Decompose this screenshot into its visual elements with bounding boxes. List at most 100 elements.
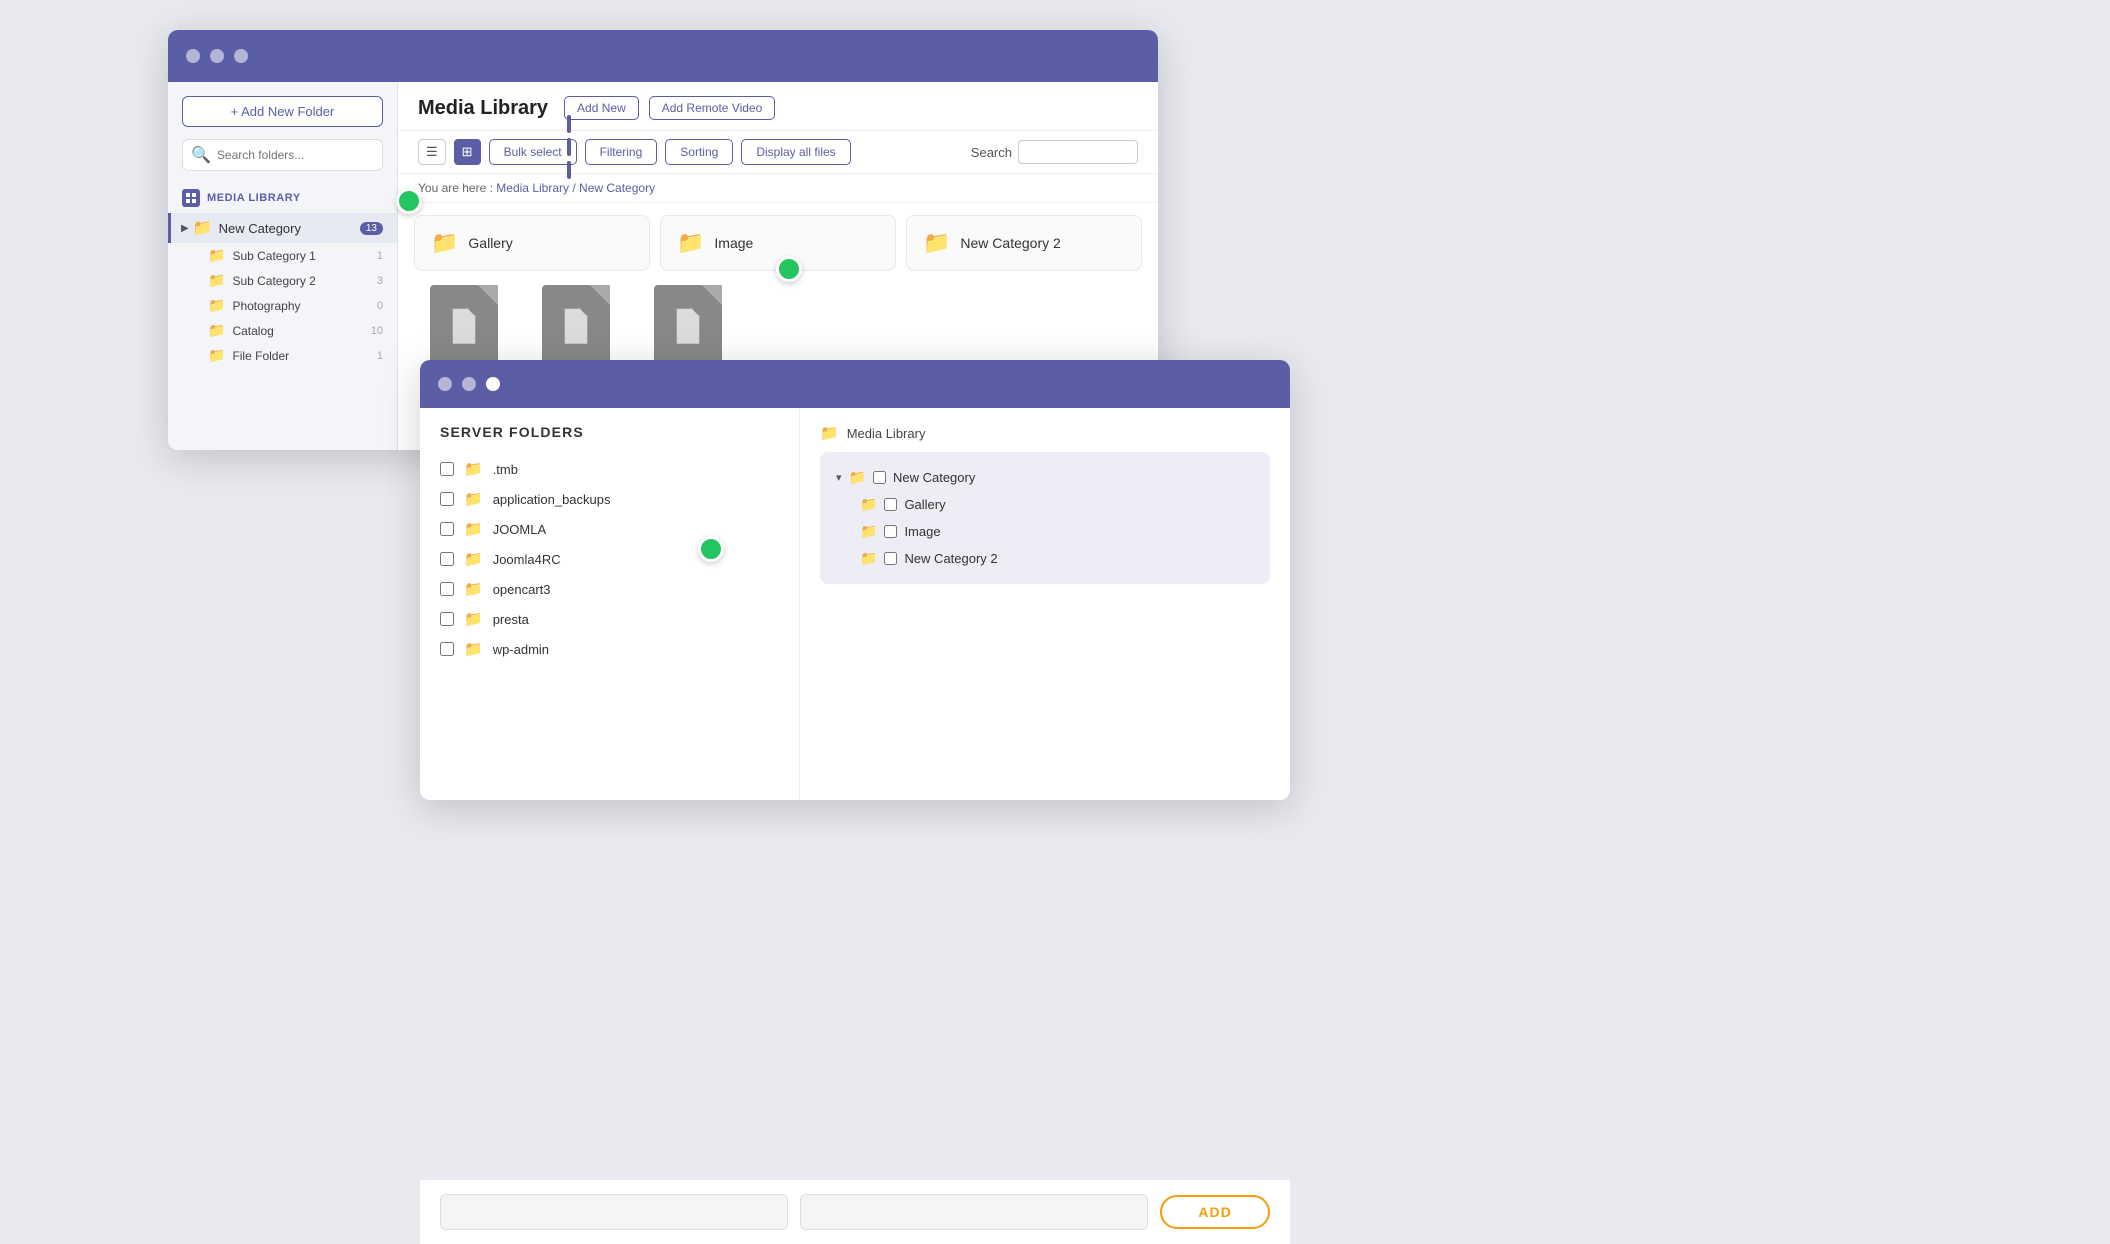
- folder-icon: 📁: [193, 218, 213, 238]
- media-lib-label: Media Library: [847, 426, 926, 441]
- tree-row-new-category-2[interactable]: 📁 New Category 2: [836, 545, 1254, 572]
- server-item-joomla-checkbox[interactable]: [440, 522, 454, 536]
- folder-icon-orange: 📁: [923, 230, 950, 256]
- sub-cat-count-5: 1: [377, 350, 383, 362]
- tree-root-name: New Category: [893, 470, 975, 485]
- add-button[interactable]: ADD: [1160, 1195, 1270, 1229]
- sorting-button[interactable]: Sorting: [665, 139, 733, 165]
- tree-row-root[interactable]: ▾ 📁 New Category: [836, 464, 1254, 491]
- media-library-label: MEDIA LIBRARY: [168, 183, 397, 213]
- sidebar-item-file-folder[interactable]: 📁 File Folder 1: [168, 343, 397, 368]
- toolbar: ☰ ⊞ Bulk select Filtering Sorting Displa…: [398, 131, 1158, 174]
- server-item-presta[interactable]: 📁 presta: [440, 604, 779, 634]
- server-item-tmb-checkbox[interactable]: [440, 462, 454, 476]
- server-item-joomla[interactable]: 📁 JOOMLA: [440, 514, 779, 544]
- filtering-button[interactable]: Filtering: [585, 139, 658, 165]
- titlebar-dot-2: [210, 49, 224, 63]
- grid-view-button[interactable]: ⊞: [454, 139, 481, 165]
- display-all-files-button[interactable]: Display all files: [741, 139, 850, 165]
- server-dot-1: [438, 377, 452, 391]
- server-folders-panel: SERVER FOLDERS 📁 .tmb 📁 application_back…: [420, 408, 800, 800]
- server-item-app-backups[interactable]: 📁 application_backups: [440, 484, 779, 514]
- server-folder-icon-7: 📁: [464, 640, 483, 658]
- server-item-name-opencart3: opencart3: [493, 582, 551, 597]
- sub-cat-count-3: 0: [377, 300, 383, 312]
- tree-image-checkbox[interactable]: [884, 525, 897, 538]
- chevron-right-icon: ▶: [181, 223, 189, 234]
- add-new-button[interactable]: Add New: [564, 96, 639, 120]
- folder-card-gallery[interactable]: 📁 Gallery: [414, 215, 650, 271]
- server-item-tmb[interactable]: 📁 .tmb: [440, 454, 779, 484]
- sidebar-item-sub-category-1[interactable]: 📁 Sub Category 1 1: [168, 243, 397, 268]
- server-item-opencart3[interactable]: 📁 opencart3: [440, 574, 779, 604]
- server-folders-title: SERVER FOLDERS: [440, 424, 779, 440]
- footer-input-right[interactable]: [800, 1194, 1148, 1230]
- server-folder-icon-4: 📁: [464, 550, 483, 568]
- tree-gallery-checkbox[interactable]: [884, 498, 897, 511]
- tree-row-image[interactable]: 📁 Image: [836, 518, 1254, 545]
- category-badge: 13: [360, 222, 383, 235]
- server-item-wp-admin[interactable]: 📁 wp-admin: [440, 634, 779, 664]
- footer-input-left[interactable]: [440, 1194, 788, 1230]
- sidebar-item-photography[interactable]: 📁 Photography 0: [168, 293, 397, 318]
- sidebar-resize-handle[interactable]: [564, 112, 574, 182]
- window-server: SERVER FOLDERS 📁 .tmb 📁 application_back…: [420, 360, 1290, 800]
- breadcrumb: You are here : Media Library / New Categ…: [398, 174, 1158, 203]
- titlebar-dot-3: [234, 49, 248, 63]
- server-folder-icon-2: 📁: [464, 490, 483, 508]
- sidebar-item-catalog[interactable]: 📁 Catalog 10: [168, 318, 397, 343]
- server-media-panel: 📁 Media Library ▾ 📁 New Category 📁 Galle…: [800, 408, 1290, 800]
- tree-gallery-name: Gallery: [904, 497, 945, 512]
- server-item-opencart3-checkbox[interactable]: [440, 582, 454, 596]
- folder-card-new-category-2[interactable]: 📁 New Category 2: [906, 215, 1142, 271]
- media-library-text: MEDIA LIBRARY: [207, 192, 301, 204]
- sub-folder-icon-2: 📁: [208, 272, 225, 289]
- server-item-joomla4rc[interactable]: 📁 Joomla4RC: [440, 544, 779, 574]
- breadcrumb-media-library[interactable]: Media Library: [496, 181, 569, 195]
- indicator-dot-3: [698, 536, 724, 562]
- media-lib-folder-icon: 📁: [820, 424, 839, 442]
- server-item-name-tmb: .tmb: [493, 462, 518, 477]
- search-input[interactable]: [217, 148, 374, 162]
- sub-cat-name-4: Catalog: [232, 324, 273, 338]
- folder-name-image: Image: [714, 235, 753, 251]
- file-icon-1: [430, 285, 498, 365]
- server-item-presta-checkbox[interactable]: [440, 612, 454, 626]
- breadcrumb-separator: /: [572, 181, 575, 195]
- add-remote-video-button[interactable]: Add Remote Video: [649, 96, 776, 120]
- folder-icon-gray-2: 📁: [677, 230, 704, 256]
- server-footer: ADD: [420, 1179, 1290, 1244]
- sidebar-item-sub-category-2[interactable]: 📁 Sub Category 2 3: [168, 268, 397, 293]
- server-item-wp-admin-checkbox[interactable]: [440, 642, 454, 656]
- sub-cat-name-5: File Folder: [232, 349, 289, 363]
- search-field[interactable]: [1018, 140, 1138, 164]
- file-icon-2: [542, 285, 610, 365]
- indicator-dot-2: [776, 256, 802, 282]
- tree-root-checkbox[interactable]: [873, 471, 886, 484]
- tree-row-gallery[interactable]: 📁 Gallery: [836, 491, 1254, 518]
- media-library-icon: [182, 189, 200, 207]
- server-folder-icon-5: 📁: [464, 580, 483, 598]
- server-item-app-backups-checkbox[interactable]: [440, 492, 454, 506]
- server-dot-3: [486, 377, 500, 391]
- sidebar-item-new-category[interactable]: ▶ 📁 New Category 13: [168, 213, 397, 243]
- sub-folder-icon-5: 📁: [208, 347, 225, 364]
- titlebar-server: [420, 360, 1290, 408]
- tree-panel: ▾ 📁 New Category 📁 Gallery 📁 Image 📁: [820, 452, 1270, 584]
- server-folder-icon-1: 📁: [464, 460, 483, 478]
- folder-name-new-category-2: New Category 2: [960, 235, 1060, 251]
- sub-folder-icon: 📁: [208, 247, 225, 264]
- sub-folder-icon-3: 📁: [208, 297, 225, 314]
- breadcrumb-current[interactable]: New Category: [579, 181, 655, 195]
- server-dot-2: [462, 377, 476, 391]
- tree-new-cat2-checkbox[interactable]: [884, 552, 897, 565]
- tree-gallery-folder-icon: 📁: [860, 496, 877, 513]
- sub-cat-count-2: 3: [377, 275, 383, 287]
- divider-bar-1: [567, 115, 571, 133]
- list-view-button[interactable]: ☰: [418, 139, 446, 165]
- media-lib-header: 📁 Media Library: [820, 424, 1270, 442]
- server-item-name-app-backups: application_backups: [493, 492, 611, 507]
- titlebar-main: [168, 30, 1158, 82]
- server-item-joomla4rc-checkbox[interactable]: [440, 552, 454, 566]
- add-new-folder-button[interactable]: + Add New Folder: [182, 96, 383, 127]
